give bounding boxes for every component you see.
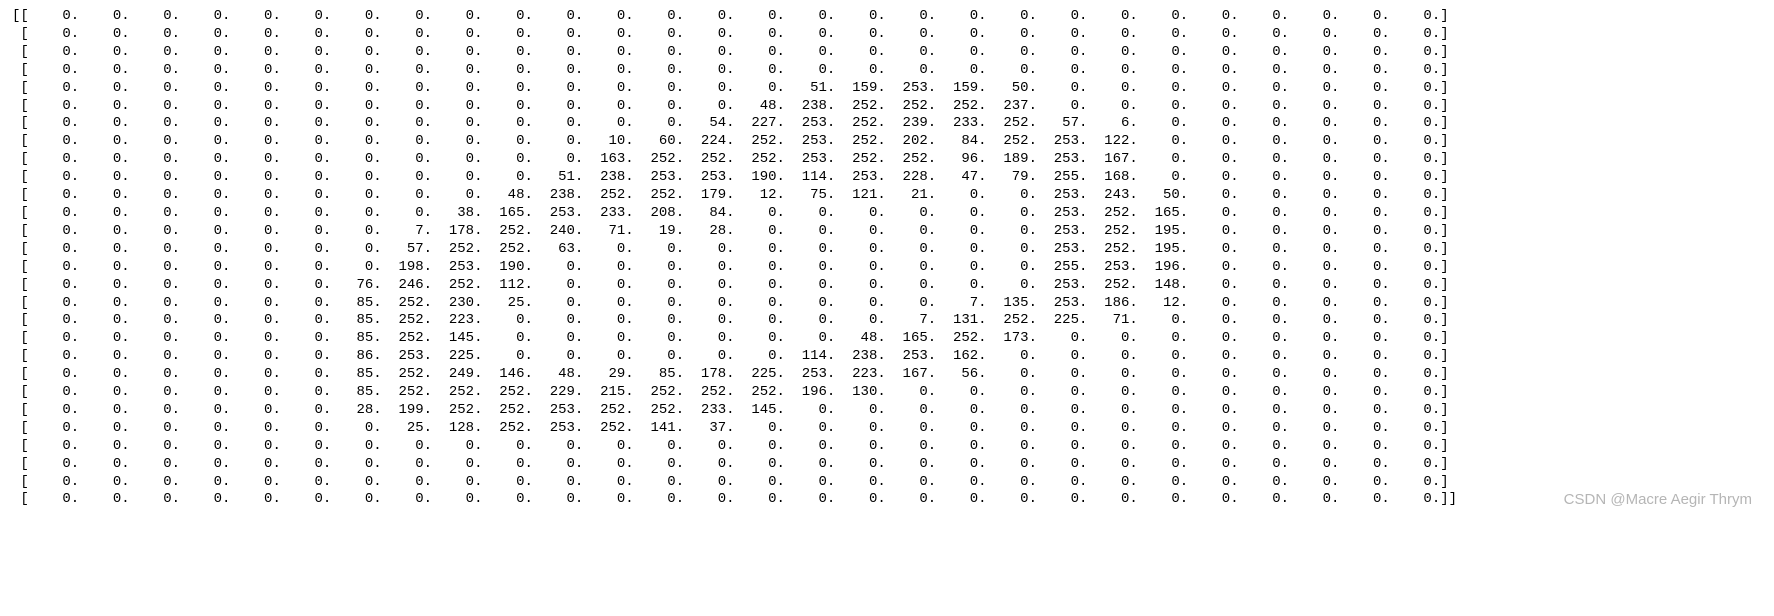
matrix-printout: [[ 0. 0. 0. 0. 0. 0. 0. 0. 0. 0. 0. 0. 0… [12, 8, 1762, 509]
